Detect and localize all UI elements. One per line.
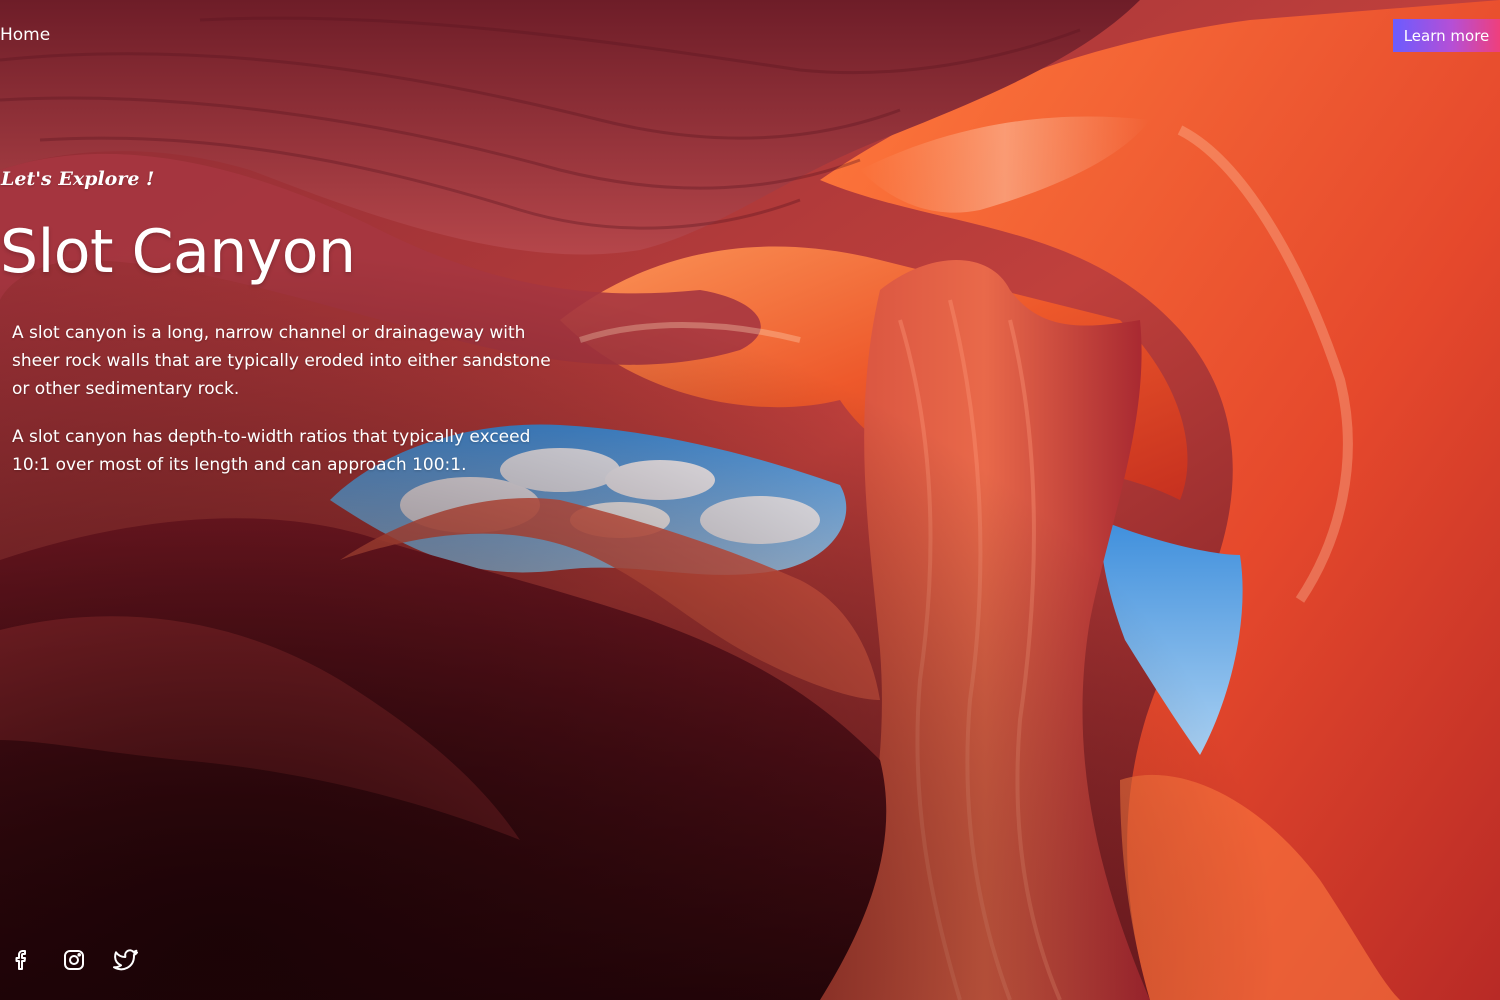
hero-title: Slot Canyon <box>0 217 356 287</box>
social-links <box>8 946 140 974</box>
background-canyon-photo <box>0 0 1500 1000</box>
facebook-icon <box>10 948 34 972</box>
hero-paragraph-2: A slot canyon has depth-to-width ratios … <box>12 427 531 475</box>
facebook-link[interactable] <box>8 946 36 974</box>
instagram-link[interactable] <box>60 946 88 974</box>
twitter-icon <box>113 948 139 972</box>
twitter-link[interactable] <box>112 946 140 974</box>
learn-more-button[interactable]: Learn more <box>1393 19 1500 52</box>
nav-home-link[interactable]: Home <box>0 25 50 45</box>
hero-paragraph-1: A slot canyon is a long, narrow channel … <box>12 323 551 399</box>
instagram-icon <box>62 948 86 972</box>
hero-tagline: Let's Explore ! <box>1 168 155 190</box>
hero-description: A slot canyon is a long, narrow channel … <box>12 319 567 499</box>
